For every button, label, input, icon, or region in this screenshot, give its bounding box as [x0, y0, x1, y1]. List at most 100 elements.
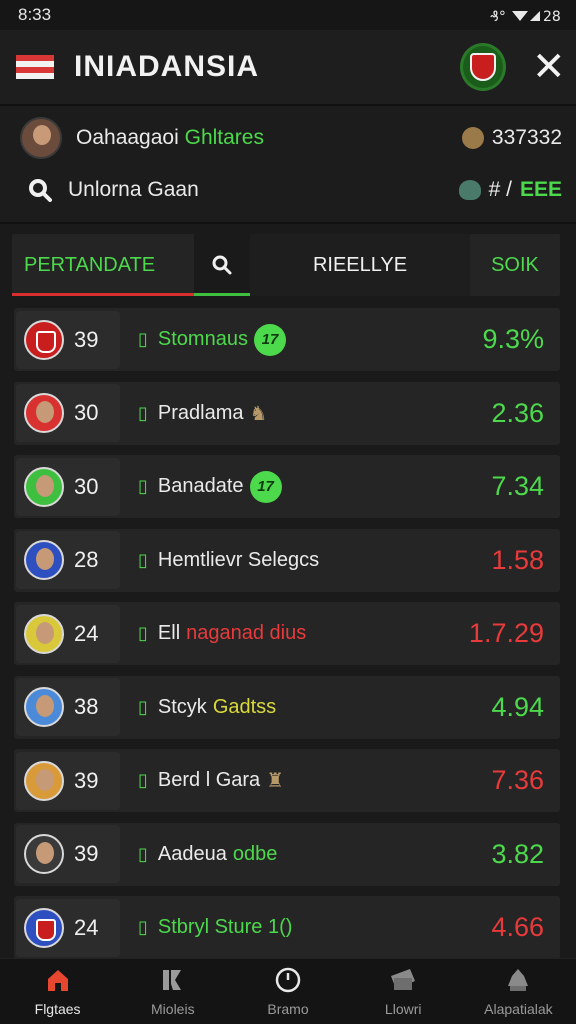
player-name: ▯ Banadate 17 — [138, 470, 491, 503]
search-right-group: # / EEE — [458, 178, 562, 202]
avatar — [24, 540, 64, 580]
search-icon — [212, 255, 232, 275]
nav-label: Llowri — [384, 1001, 422, 1017]
user-name-plain: Oahaagaoi — [76, 126, 179, 149]
list-item[interactable]: 39 ▯ Aadeua odbe 3.82 — [14, 822, 560, 886]
rank-box: 30 — [16, 384, 120, 442]
user-row[interactable]: Oahaagaoi Ghltares 337332 — [20, 112, 562, 164]
bullet-icon: ▯ — [138, 623, 148, 643]
player-name: ▯ Pradlama ♞ — [138, 401, 491, 426]
app-title: INIADANSIA — [74, 50, 260, 83]
ticket-icon — [388, 966, 418, 997]
bullet-icon: ▯ — [138, 770, 148, 790]
tab-search[interactable] — [194, 234, 250, 296]
search-label: Unlorna Gaan — [68, 178, 199, 201]
avatar — [24, 834, 64, 874]
avatar — [20, 117, 62, 159]
nav-item-trophy[interactable]: Alapatialak — [461, 959, 576, 1024]
nav-item-home[interactable]: Flgtaes — [0, 959, 115, 1024]
player-name-suffix: odbe — [232, 842, 278, 865]
user-score-group: 337332 — [461, 126, 562, 150]
rank-box: 24 — [16, 604, 120, 663]
player-name-suffix: Gadtss — [212, 695, 277, 718]
list-item[interactable]: 39 ▯ Stomnaus 17 9.3% — [14, 308, 560, 371]
rank-box: 24 — [16, 898, 120, 957]
score-value: 7.36 — [491, 765, 544, 795]
rank-number: 24 — [74, 914, 99, 940]
rank-number: 30 — [74, 400, 99, 425]
status-badge: 17 — [253, 323, 286, 356]
list-item[interactable]: 30 ▯ Pradlama ♞ 2.36 — [14, 381, 560, 445]
rank-box: 38 — [16, 678, 120, 736]
score-value: 9.3% — [482, 324, 544, 354]
flag-icon — [16, 55, 54, 79]
list-item[interactable]: 39 ▯ Berd l Gara ♜ 7.36 — [14, 749, 560, 812]
tab-bar: PERTANDATE RIEELLYE SOIK — [12, 234, 560, 296]
tab-rieellye[interactable]: RIEELLYE — [250, 234, 470, 296]
player-name-text: Hemtlievr Selegcs — [157, 548, 320, 571]
tab-pertandate[interactable]: PERTANDATE — [12, 234, 194, 296]
nav-item-ticket[interactable]: Llowri — [346, 959, 461, 1024]
coin-icon — [461, 127, 484, 149]
nav-item-clock[interactable]: Bramo — [230, 959, 345, 1024]
mascot-icon: ♜ — [266, 770, 285, 792]
clock-icon — [274, 966, 302, 997]
rank-number: 30 — [74, 473, 99, 499]
nav-label: Alapatialak — [484, 1001, 553, 1017]
status-badge: 17 — [249, 470, 282, 503]
score-value: 4.66 — [491, 912, 544, 942]
player-name: ▯ Stbryl Sture 1() — [138, 916, 491, 939]
rank-number: 28 — [74, 547, 99, 572]
rank-box: 39 — [16, 751, 120, 810]
nav-label: Flgtaes — [34, 1001, 81, 1017]
mascot-icon: ♞ — [249, 402, 268, 425]
player-name-text: Aadeua — [157, 842, 227, 865]
rank-number: 24 — [74, 620, 99, 646]
player-name-text: Stbryl Sture 1() — [157, 916, 293, 938]
rank-box: 39 — [16, 310, 120, 369]
status-icons: ₰° 28 — [490, 7, 560, 23]
avatar — [24, 466, 64, 507]
list-item[interactable]: 24 ▯ Ell naganad dius 1.7.29 — [14, 602, 560, 665]
search-icon[interactable] — [26, 176, 54, 204]
score-value: 7.34 — [491, 471, 544, 501]
player-name: ▯ Stomnaus 17 — [138, 323, 482, 356]
player-name-suffix: naganad dius — [186, 622, 307, 644]
user-name-green: Ghltares — [184, 126, 264, 149]
list-item[interactable]: 30 ▯ Banadate 17 7.34 — [14, 455, 560, 518]
svg-text:₰°: ₰° — [490, 9, 506, 23]
close-icon[interactable]: ✕ — [532, 47, 566, 87]
avatar — [24, 760, 64, 801]
player-name-text: Banadate — [157, 475, 244, 497]
player-name: ▯ Hemtlievr Selegcs — [138, 549, 491, 572]
bullet-icon: ▯ — [138, 549, 148, 570]
trophy-icon — [504, 966, 532, 997]
tab-soik[interactable]: SOIK — [470, 234, 560, 296]
score-value: 2.36 — [491, 397, 544, 428]
status-bar: 8:33 ₰° 28 — [0, 0, 576, 30]
player-name-text: Stcyk — [157, 695, 207, 718]
rank-box: 28 — [16, 531, 120, 589]
player-name-text: Ell — [157, 622, 181, 644]
stats-icon — [159, 966, 187, 997]
list-item[interactable]: 28 ▯ Hemtlievr Selegcs 1.58 — [14, 528, 560, 592]
player-name: ▯ Berd l Gara ♜ — [138, 768, 491, 793]
nav-label: Bramo — [267, 1001, 309, 1017]
score-value: 1.58 — [491, 544, 544, 575]
bullet-icon: ▯ — [138, 696, 148, 717]
score-value: 4.94 — [491, 691, 544, 722]
heart-icon — [458, 180, 481, 200]
search-row[interactable]: Unlorna Gaan # / EEE — [20, 164, 562, 216]
player-name-text: Berd l Gara — [157, 769, 261, 791]
player-name-text: Pradlama — [157, 401, 244, 424]
nav-item-stats[interactable]: Mioleis — [115, 959, 230, 1024]
ranking-list: 39 ▯ Stomnaus 17 9.3% 30 ▯ Pradlama ♞ 2.36 30 ▯ Bana… — [14, 308, 560, 959]
signal-icon: ₰° 28 — [490, 9, 560, 23]
rank-box: 30 — [16, 457, 120, 516]
club-crest-icon[interactable] — [460, 43, 506, 91]
club-badge-icon — [24, 907, 64, 948]
home-icon — [44, 966, 72, 997]
list-item[interactable]: 38 ▯ Stcyk Gadtss 4.94 — [14, 675, 560, 739]
list-item[interactable]: 24 ▯ Stbryl Sture 1() 4.66 — [14, 896, 560, 959]
search-right-text: # / — [488, 178, 512, 201]
